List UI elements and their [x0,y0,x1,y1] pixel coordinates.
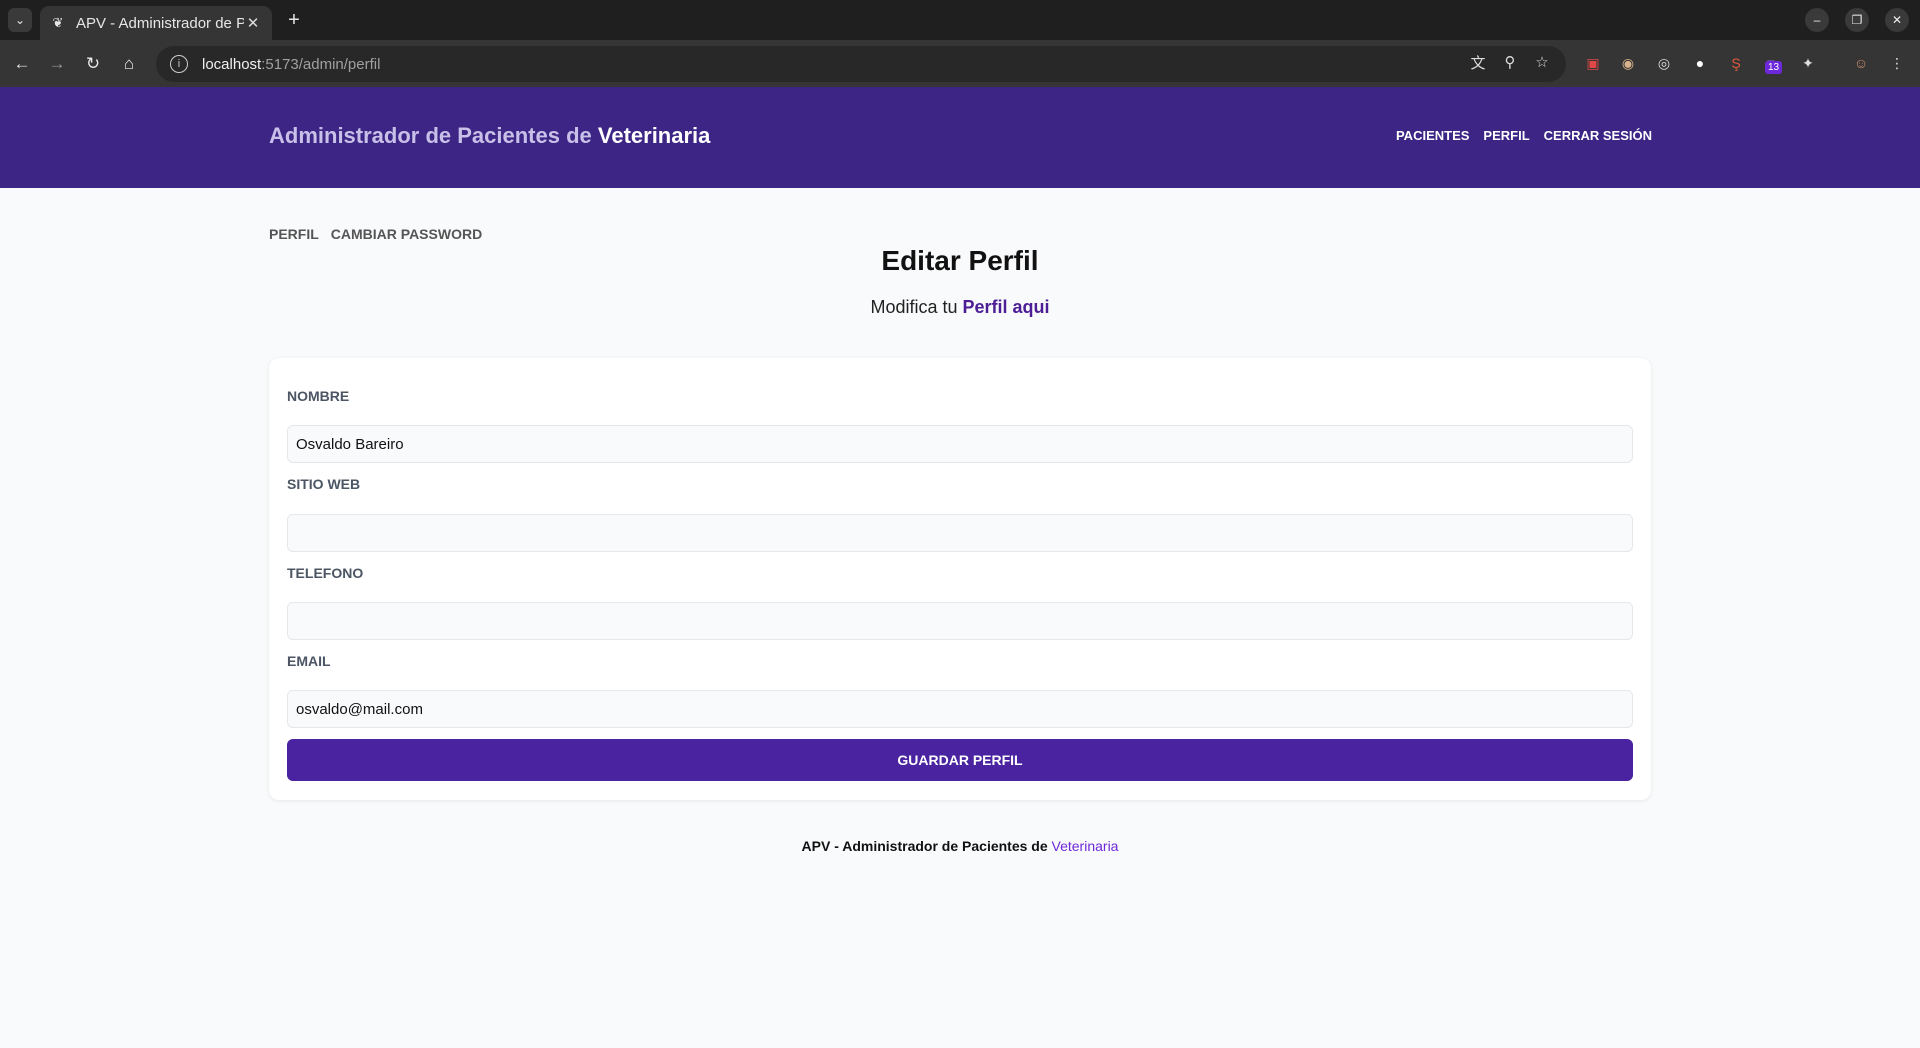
browser-toolbar: ← → ↻ ⌂ i localhost:5173/admin/perfil 文 … [0,40,1920,87]
subnav-cambiar-password-link[interactable]: CAMBIAR PASSWORD [331,226,482,242]
nombre-label: Nombre [287,388,350,404]
site-info-icon[interactable]: i [170,55,188,73]
url-path: :5173/admin/perfil [261,55,381,73]
brand-title: Administrador de Pacientes de Veterinari… [269,123,710,149]
menu-kebab-icon[interactable]: ⋮ [1886,52,1908,74]
extension-face-icon[interactable]: ◉ [1617,52,1639,74]
extension-target-icon[interactable]: ◎ [1653,52,1675,74]
subtitle-accent: Perfil aqui [962,297,1050,317]
restore-icon[interactable]: ❐ [1845,8,1869,32]
close-window-icon[interactable]: ✕ [1885,8,1909,32]
edit-profile-form: Nombre Sitio Web Telefono Email Guardar … [269,358,1651,800]
zoom-icon[interactable]: ⚲ [1499,51,1521,73]
tab-search-chevron-icon[interactable]: ⌄ [8,8,32,32]
home-icon[interactable]: ⌂ [116,51,142,77]
reload-icon[interactable]: ↻ [80,51,106,77]
telefono-input[interactable] [287,602,1633,640]
sitio-web-input[interactable] [287,514,1633,552]
extension-red-icon[interactable]: ▣ [1582,52,1604,74]
telefono-label: Telefono [287,565,364,581]
close-tab-icon[interactable]: ✕ [244,14,262,32]
nav-perfil-link[interactable]: Perfil [1483,128,1529,143]
extension-badge: 13 [1765,61,1783,74]
nombre-input[interactable] [287,425,1633,463]
tab-title: APV - Administrador de Pacientes de Vete… [76,14,244,32]
url-host: localhost [202,55,262,73]
bookmark-star-icon[interactable]: ☆ [1531,51,1553,73]
subnav-perfil-link[interactable]: PERFIL [269,226,319,242]
minimize-icon[interactable]: – [1805,8,1829,32]
back-icon[interactable]: ← [9,51,35,77]
translate-icon[interactable]: 文 [1467,51,1489,73]
subtitle-prefix: Modifica tu [870,297,963,317]
footer-accent: Veterinaria [1051,838,1119,854]
page-footer: APV - Administrador de Pacientes de Vete… [0,838,1920,854]
profile-avatar[interactable]: ☺ [1850,52,1872,74]
guardar-perfil-button[interactable]: Guardar Perfil [287,739,1633,781]
new-tab-icon[interactable]: + [282,8,306,32]
page-title: Editar Perfil [881,245,1039,276]
brand-strong: Veterinaria [597,123,711,148]
nav-pacientes-link[interactable]: Pacientes [1396,128,1469,143]
email-label: Email [287,653,331,669]
footer-prefix: APV - Administrador de Pacientes de [801,838,1052,854]
main-nav: Pacientes Perfil Cerrar Sesión [1396,128,1652,143]
address-bar[interactable]: i localhost:5173/admin/perfil [156,46,1566,82]
browser-tab-bar: ⌄ ❦ APV - Administrador de Pacientes de … [0,0,1920,40]
page-subtitle: Modifica tu Perfil aqui [0,297,1920,318]
profile-subnav: PERFIL CAMBIAR PASSWORD [269,226,482,242]
extensions-puzzle-icon[interactable]: ✦ [1797,52,1819,74]
forward-icon[interactable]: → [44,51,70,77]
email-input[interactable] [287,690,1633,728]
sitio-web-label: Sitio Web [287,476,361,492]
nav-cerrar-sesion-link[interactable]: Cerrar Sesión [1544,128,1652,143]
extension-circle-icon[interactable]: ● [1689,52,1711,74]
brand-prefix: Administrador de Pacientes de [269,123,598,148]
paw-favicon-icon: ❦ [52,15,64,30]
extension-svelte-icon[interactable]: Ş [1725,52,1747,74]
browser-tab[interactable]: ❦ APV - Administrador de Pacientes de Ve… [40,6,272,40]
app-header: Administrador de Pacientes de Veterinari… [0,87,1920,188]
